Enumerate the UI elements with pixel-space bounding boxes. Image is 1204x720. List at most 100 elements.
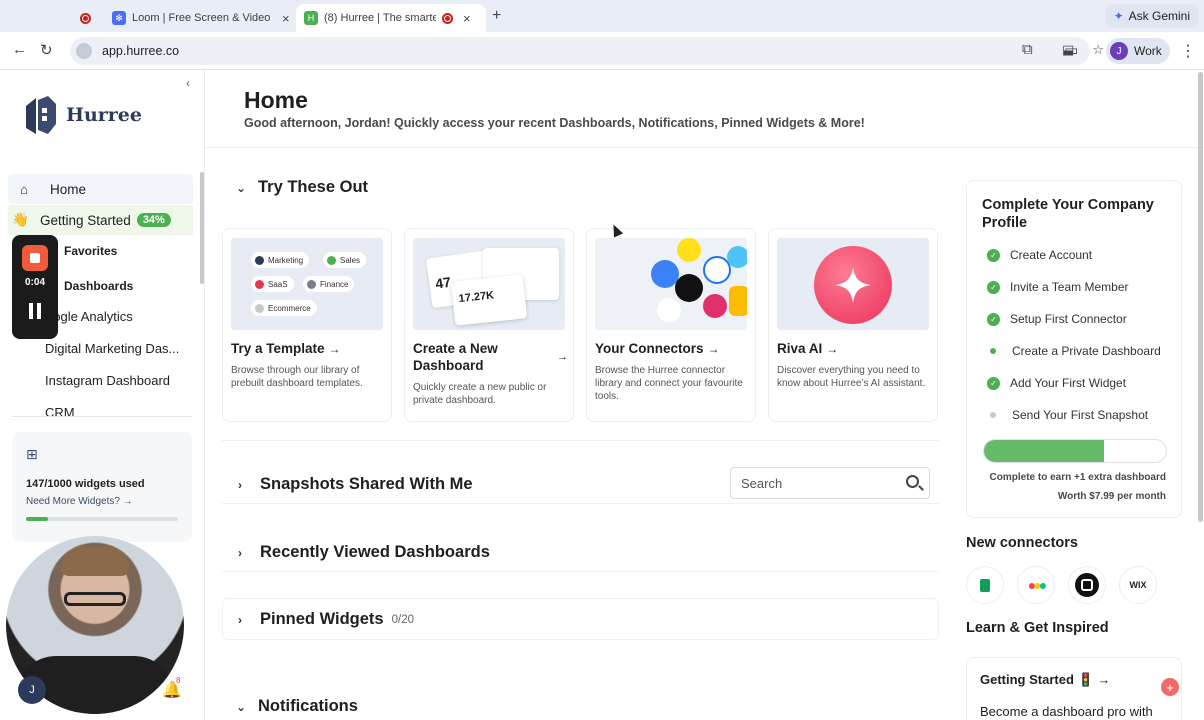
recent-dashboards-header[interactable]: › Recently Viewed Dashboards [238, 543, 490, 562]
dashboard-item[interactable]: Digital Marketing Das... [45, 341, 179, 356]
mailchimp-icon [677, 238, 701, 262]
widgets-usage-card: ⊞ 147/1000 widgets used Need More Widget… [12, 432, 192, 542]
loom-recorder-controls: 0:04 [12, 235, 58, 339]
progress-badge: 34% [136, 213, 171, 227]
close-tab-icon[interactable]: × [282, 11, 290, 26]
page-title: Home [244, 87, 308, 113]
card-title: Riva AI → [777, 341, 839, 356]
card-riva-ai[interactable]: Riva AI → Discover everything you need to… [768, 228, 938, 422]
arrow-right-icon: → [826, 342, 839, 356]
reward-value-note: Worth $7.99 per month [1057, 491, 1166, 502]
divider [222, 440, 939, 441]
google-sheets-icon[interactable] [966, 566, 1004, 604]
side-panel-icon[interactable]: ▭ [1064, 41, 1078, 59]
dashboard-illustration: 47 17.27K [413, 238, 565, 330]
checklist-item[interactable]: ✓ Create Account [987, 248, 1092, 262]
section-title: Recently Viewed Dashboards [260, 543, 490, 561]
tab-recording[interactable] [80, 4, 91, 32]
monday-icon[interactable]: ●●● [1017, 566, 1055, 604]
instagram-icon [703, 294, 727, 318]
new-tab-button[interactable]: + [492, 7, 501, 25]
chip-label: Finance [320, 279, 349, 289]
dashboard-item[interactable]: Instagram Dashboard [45, 373, 170, 388]
snapshots-search-input[interactable]: Search [730, 467, 930, 499]
riva-illustration [777, 238, 929, 330]
check-icon: ✓ [987, 248, 1000, 262]
checklist-item[interactable]: Create a Private Dashboard [987, 344, 1161, 358]
user-avatar[interactable]: J [18, 676, 46, 704]
card-description: Browse through our library of prebuilt d… [231, 365, 363, 389]
card-try-template[interactable]: Marketing Sales SaaS Finance Ecommerce T… [222, 228, 392, 422]
sidebar-favorites[interactable]: Favorites [64, 244, 117, 258]
url-text: app.hurree.co [102, 44, 180, 58]
back-arrow-icon[interactable]: ← [12, 41, 27, 58]
new-connectors-title: New connectors [966, 535, 1078, 551]
recording-timer: 0:04 [24, 277, 45, 288]
google-analytics-icon [729, 286, 747, 316]
tab-hurree[interactable]: H (8) Hurree | The smarter × [296, 4, 486, 32]
card-title: Create a New Dashboard [413, 341, 498, 373]
sidebar-scrollbar[interactable] [200, 172, 204, 284]
dashboard-item[interactable]: oogle Analytics [46, 309, 133, 324]
notifications-header[interactable]: ⌄ Notifications [236, 697, 358, 716]
card-your-connectors[interactable]: Your Connectors → Browse the Hurree conne… [586, 228, 756, 422]
checklist-item[interactable]: ✓ Invite a Team Member [987, 280, 1129, 294]
card-description: Discover everything you need to know abo… [777, 365, 926, 389]
tab-loom[interactable]: ✻ Loom | Free Screen & Video R × [112, 4, 292, 32]
traffic-light-icon: 🚦 [1077, 672, 1094, 687]
arrow-right-icon: → [1097, 672, 1111, 687]
check-icon: ✓ [987, 376, 1000, 390]
help-plus-button[interactable]: + [1161, 678, 1179, 696]
url-bar[interactable]: app.hurree.co [70, 37, 1090, 65]
sidebar-dashboards[interactable]: Dashboards [64, 279, 133, 293]
section-title: Pinned Widgets [260, 610, 384, 628]
brand-name: Hurree [66, 104, 142, 126]
extensions-icon[interactable]: ⧉ [1022, 41, 1033, 58]
bookmark-star-icon[interactable]: ☆ [1092, 42, 1104, 58]
pause-recording-button[interactable] [29, 303, 41, 319]
snapshots-header[interactable]: › Snapshots Shared With Me [238, 475, 473, 494]
pinned-widgets-header[interactable]: › Pinned Widgets 0/20 [238, 610, 414, 629]
browser-menu-icon[interactable]: ⋮ [1180, 41, 1196, 61]
profile-avatar: J [1110, 42, 1128, 60]
ask-gemini-button[interactable]: ✦ Ask Gemini [1105, 4, 1198, 28]
page-header: Home Good afternoon, Jordan! Quickly acc… [205, 70, 1204, 148]
pinned-count: 0/20 [391, 613, 414, 626]
chevron-down-icon: ⌄ [236, 180, 247, 195]
wix-icon[interactable]: WIX [1119, 566, 1157, 604]
record-indicator-icon [442, 12, 453, 24]
search-icon[interactable] [906, 475, 919, 488]
section-title: Snapshots Shared With Me [260, 475, 473, 493]
reload-icon[interactable]: ↻ [40, 41, 53, 59]
collapse-sidebar-icon[interactable]: ‹ [186, 76, 190, 90]
close-tab-icon[interactable]: × [463, 11, 471, 26]
sidebar-item-getting-started[interactable]: 👋 Getting Started 34% [8, 205, 193, 235]
chip-label: SaaS [268, 279, 288, 289]
widgets-progress-bar [26, 517, 178, 521]
section-title: Try These Out [258, 178, 369, 196]
learn-card[interactable]: Getting Started 🚦 → Become a dashboard p… [966, 657, 1182, 720]
main-scrollbar[interactable] [1198, 72, 1203, 522]
section-try-these-out[interactable]: ⌄ Try These Out [236, 178, 368, 197]
need-more-widgets-link[interactable]: Need More Widgets? → [26, 496, 178, 507]
hurree-logo[interactable]: Hurree [22, 94, 142, 136]
reward-note: Complete to earn +1 extra dashboard [989, 472, 1166, 483]
sidebar-item-home[interactable]: ⌂ Home [8, 174, 193, 204]
sparkle-icon: ✦ [1113, 9, 1124, 23]
card-create-dashboard[interactable]: 47 17.27K Create a New Dashboard → Quick… [404, 228, 574, 422]
stop-recording-button[interactable] [22, 245, 48, 271]
profile-label: Work [1134, 44, 1162, 58]
card-title: Getting Started 🚦 → [980, 672, 1111, 687]
card-text: Become a dashboard pro with [980, 704, 1153, 719]
tab-title: Loom | Free Screen & Video R [132, 12, 272, 24]
profile-button[interactable]: J Work [1106, 38, 1170, 64]
card-title: Your Connectors → [595, 341, 720, 356]
checklist-item[interactable]: ✓ Setup First Connector [987, 312, 1127, 326]
sidebar-item-label: Getting Started [40, 212, 131, 228]
site-info-icon[interactable] [76, 43, 92, 59]
intercom-icon[interactable] [1068, 566, 1106, 604]
checklist-item[interactable]: Send Your First Snapshot [987, 408, 1148, 422]
section-title: Notifications [258, 697, 358, 715]
checklist-item[interactable]: ✓ Add Your First Widget [987, 376, 1126, 390]
card-title: Try a Template → [231, 341, 341, 356]
